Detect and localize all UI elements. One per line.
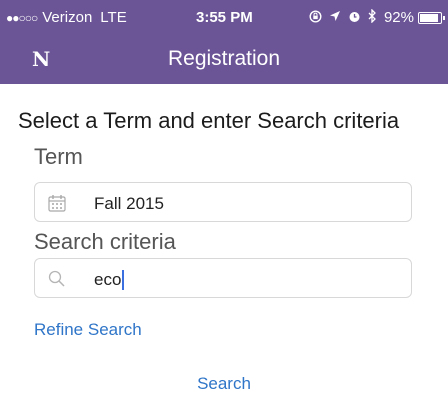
carrier-name: Verizon [42, 9, 93, 26]
search-criteria-label: Search criteria [34, 229, 176, 254]
term-value: Fall 2015 [94, 194, 164, 213]
search-icon [47, 269, 67, 294]
calendar-icon [47, 193, 67, 218]
search-criteria-field: eco [94, 270, 125, 290]
form-heading: Select a Term and enter Search criteria [18, 108, 400, 133]
term-select[interactable]: Fall 2015 [34, 182, 412, 222]
search-button[interactable]: Search [0, 374, 448, 394]
battery-icon [418, 11, 445, 24]
signal-strength: ●●○○○ [6, 10, 38, 25]
status-time: 3:55 PM [196, 9, 253, 26]
status-bar: ●●○○○ Verizon LTE 3:55 PM 92% [0, 0, 448, 34]
term-label: Term [34, 144, 83, 169]
status-left: ●●○○○ Verizon LTE [6, 9, 127, 26]
search-criteria-input[interactable]: eco [34, 258, 412, 298]
battery-percent: 92% [383, 9, 414, 26]
battery-fill [420, 13, 438, 22]
network-type: LTE [100, 9, 127, 26]
text-cursor [122, 270, 125, 290]
bluetooth-icon [368, 8, 377, 26]
refine-search-link[interactable]: Refine Search [34, 320, 142, 340]
orientation-lock-icon [309, 9, 322, 26]
status-right: 92% [309, 8, 445, 26]
page-title: Registration [167, 47, 281, 70]
nav-bar: N Registration [0, 34, 448, 84]
search-criteria-value: eco [94, 270, 122, 289]
location-arrow-icon [329, 10, 341, 25]
alarm-icon [348, 10, 361, 26]
